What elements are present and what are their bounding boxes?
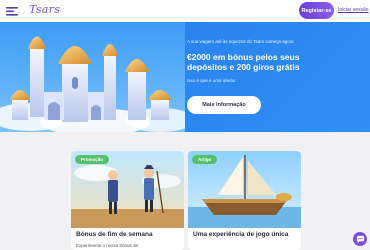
page: Tsars Registar-se Iniciar sessão A sua v… — [0, 0, 370, 250]
chat-button[interactable] — [353, 232, 367, 246]
article-tag: Artigo — [192, 155, 218, 164]
hero-eyebrow: A sua viagem até às riquezas do Tsars co… — [187, 39, 294, 44]
top-header: Tsars Registar-se Iniciar sessão — [0, 0, 370, 22]
card-description: Experimente o nosso bónus de — [76, 243, 139, 248]
more-info-button[interactable]: Mais informação — [187, 96, 261, 114]
hero-title: €2000 em bónus pelos seus depósitos e 20… — [187, 52, 300, 72]
chat-icon — [356, 235, 364, 243]
hero-subtitle: Isso é que é uma oferta! — [187, 78, 236, 83]
hero-palace-illustration — [0, 22, 185, 132]
login-link[interactable]: Iniciar sessão — [338, 7, 369, 13]
menu-icon — [6, 7, 18, 16]
logo[interactable]: Tsars — [29, 3, 60, 16]
promo-card-weekend-bonus[interactable]: Promoção Bónus de fim de semana Experime… — [71, 151, 184, 250]
menu-button[interactable] — [5, 4, 19, 18]
promo-tag: Promoção — [75, 155, 110, 164]
register-button[interactable]: Registar-se — [299, 2, 334, 19]
card-title: Bónus de fim de semana — [76, 231, 153, 238]
article-card-unique-experience[interactable]: Artigo Uma experiência de jogo única — [188, 151, 301, 250]
hero-banner: A sua viagem até às riquezas do Tsars co… — [0, 22, 370, 132]
card-title: Uma experiência de jogo única — [193, 231, 289, 238]
